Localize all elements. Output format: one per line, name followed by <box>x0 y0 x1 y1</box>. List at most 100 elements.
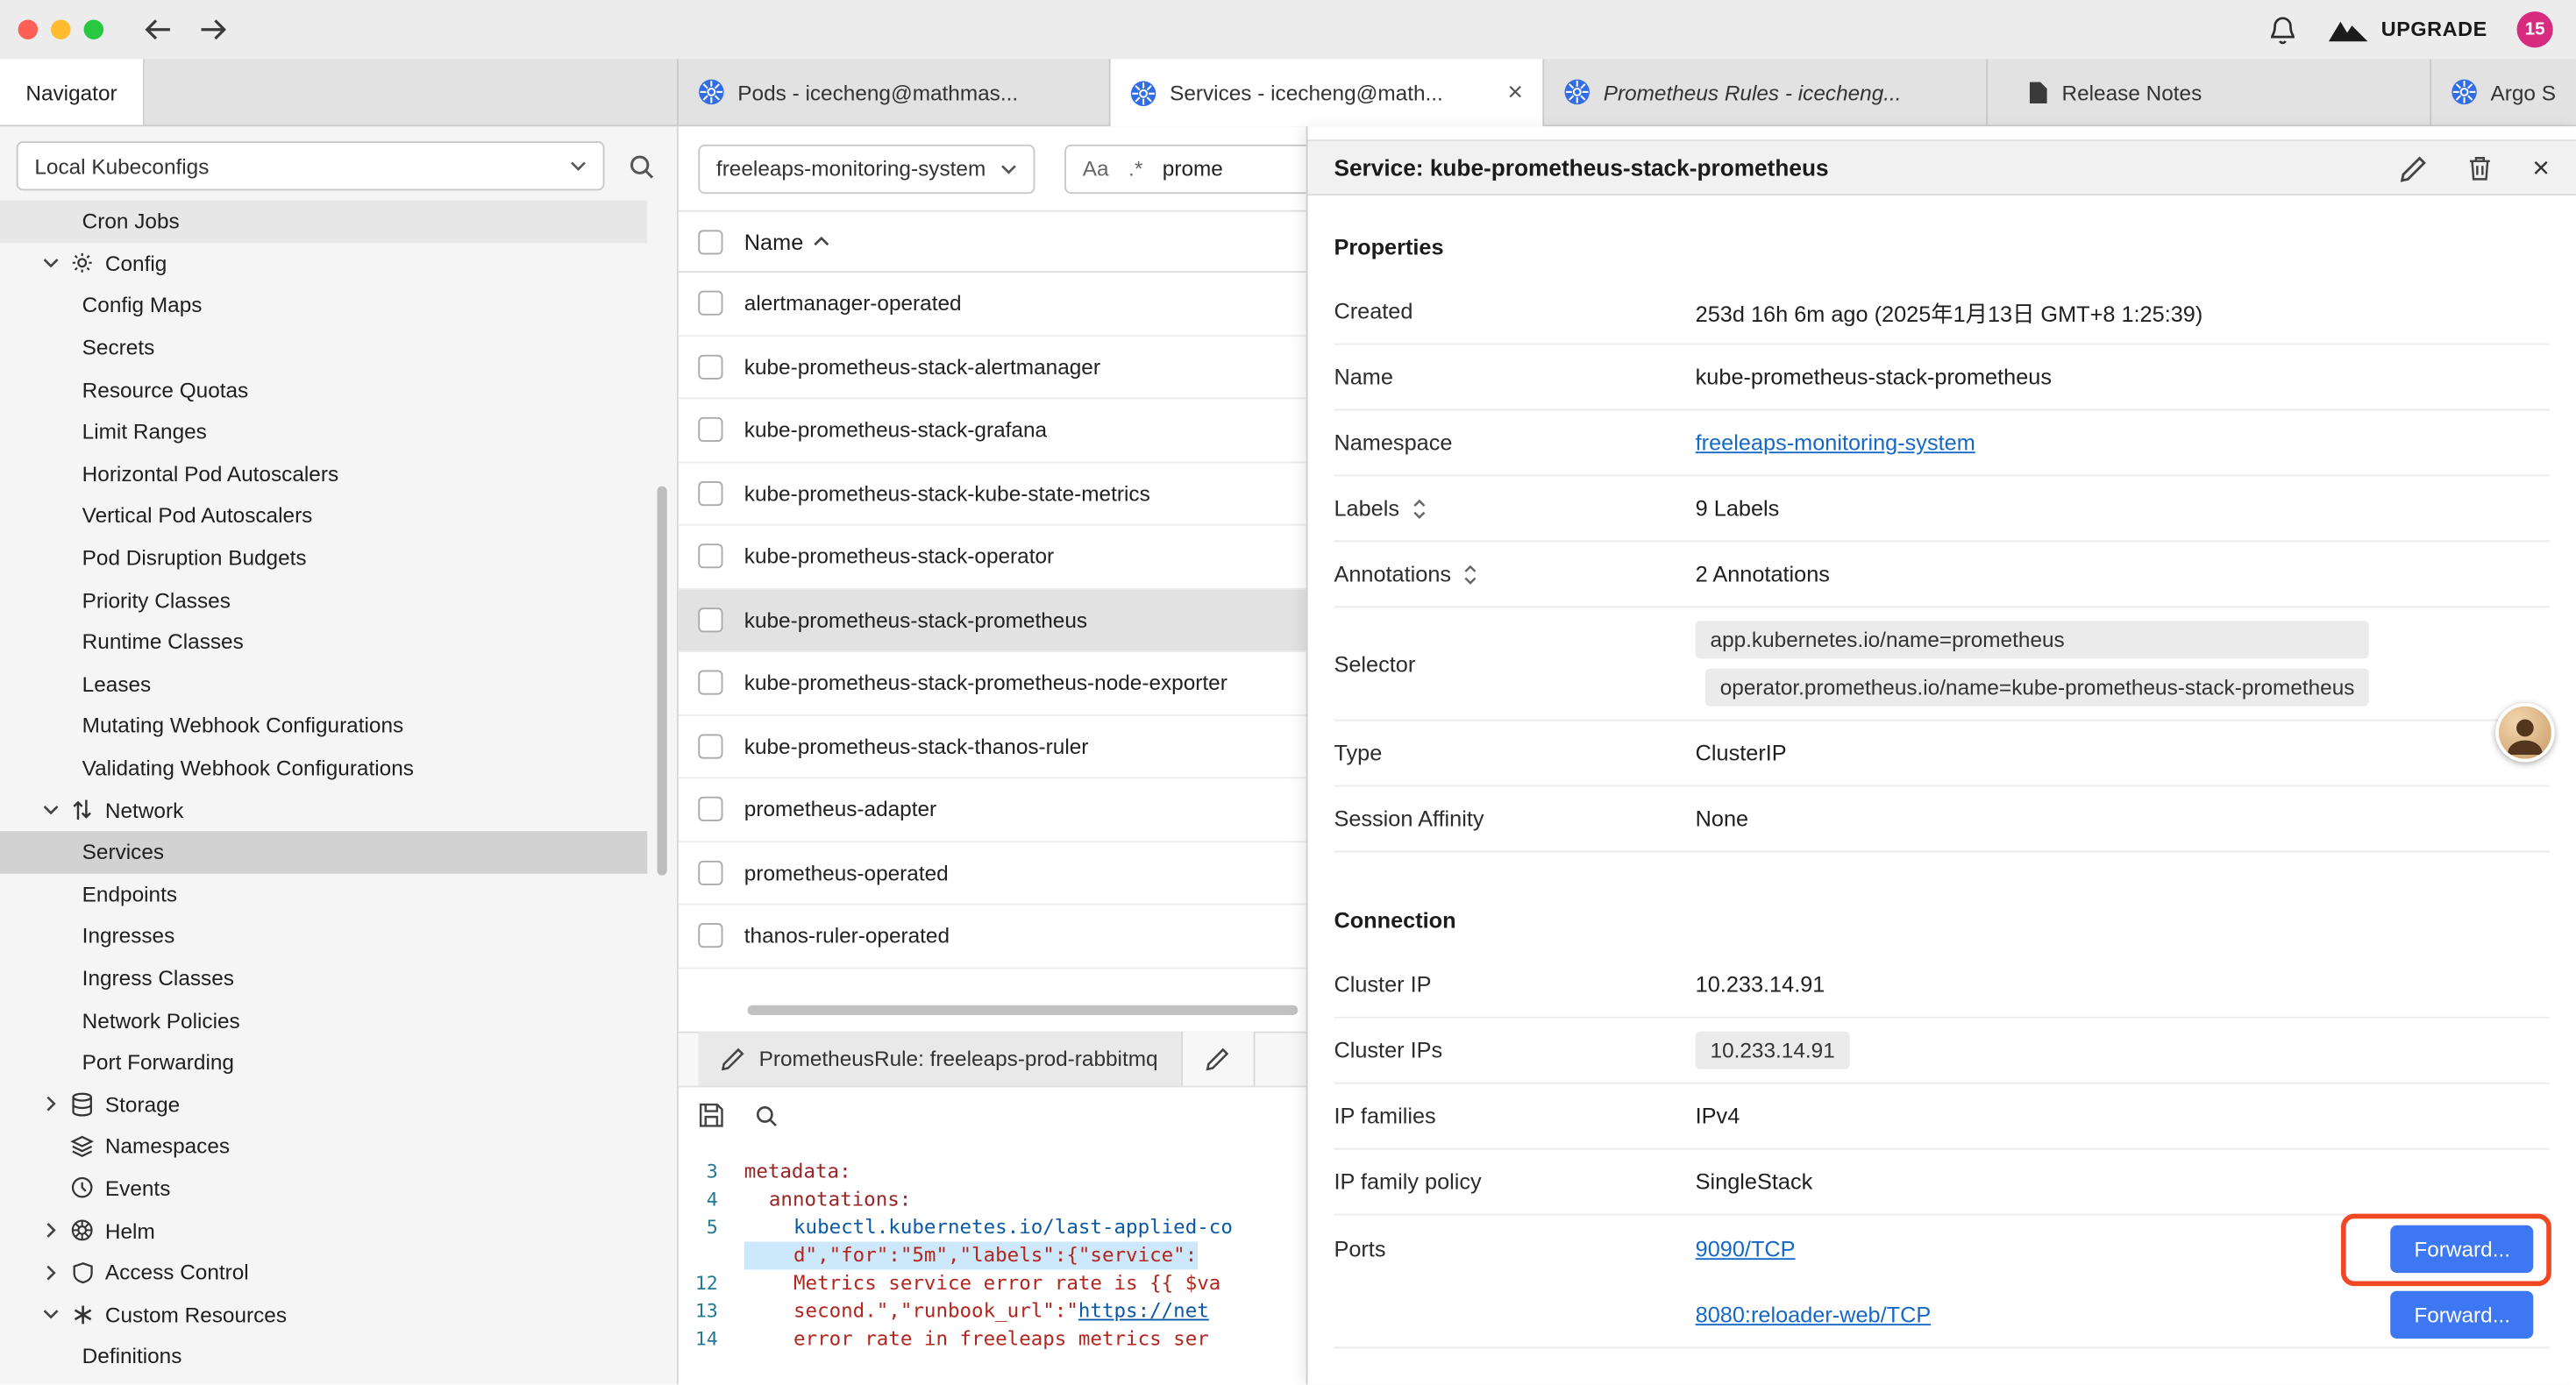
expand-collapse-icon[interactable] <box>1411 497 1427 520</box>
sidebar-item-leases[interactable]: Leases <box>0 663 647 705</box>
sidebar-item-network-policies[interactable]: Network Policies <box>0 999 647 1041</box>
sidebar-item-config[interactable]: Config <box>0 243 647 285</box>
zoom-window-button[interactable] <box>84 19 103 39</box>
save-icon[interactable] <box>698 1102 724 1128</box>
custom-resources-icon <box>69 1303 96 1325</box>
sidebar-item-priority-classes[interactable]: Priority Classes <box>0 579 647 621</box>
close-tab-icon[interactable]: × <box>1507 80 1523 106</box>
sidebar-item-validating-webhook-configurations[interactable]: Validating Webhook Configurations <box>0 747 647 789</box>
port-link[interactable]: 8080:reloader-web/TCP <box>1696 1302 1932 1326</box>
sidebar-item-custom-resources[interactable]: Custom Resources <box>0 1293 647 1335</box>
namespace-filter-dropdown[interactable]: freeleaps-monitoring-system <box>698 144 1035 193</box>
row-checkbox[interactable] <box>698 671 722 695</box>
delete-icon[interactable] <box>2468 153 2493 181</box>
forward-button[interactable]: Forward... <box>2391 1290 2533 1338</box>
select-all-checkbox[interactable] <box>698 229 722 253</box>
regex-toggle[interactable]: .* <box>1128 156 1142 181</box>
match-case-toggle[interactable]: Aa <box>1083 156 1109 181</box>
sidebar-item-namespaces[interactable]: Namespaces <box>0 1126 647 1168</box>
tab-prometheus-rules[interactable]: Prometheus Rules - icecheng... <box>1544 59 1988 124</box>
kubernetes-icon <box>2451 79 2478 105</box>
drawer-header: Service: kube-prometheus-stack-prometheu… <box>1307 139 2575 195</box>
close-window-button[interactable] <box>18 19 38 39</box>
row-checkbox[interactable] <box>698 291 722 316</box>
tab-strip-spacer <box>145 59 679 124</box>
sidebar-item-ingresses[interactable]: Ingresses <box>0 915 647 957</box>
sidebar-item-services[interactable]: Services <box>0 831 647 873</box>
connection-row-ip-families: IP families IPv4 <box>1334 1084 2550 1150</box>
forward-button[interactable]: Forward... <box>2391 1225 2533 1272</box>
sidebar-item-ingress-classes[interactable]: Ingress Classes <box>0 957 647 999</box>
sidebar-item-limit-ranges[interactable]: Limit Ranges <box>0 410 647 452</box>
forward-icon[interactable] <box>199 18 229 41</box>
editor-tab-partial[interactable] <box>1183 1032 1255 1086</box>
sidebar-item-runtime-classes[interactable]: Runtime Classes <box>0 621 647 663</box>
avatar[interactable] <box>2495 703 2554 762</box>
row-checkbox[interactable] <box>698 481 722 506</box>
sidebar-item-definitions[interactable]: Definitions <box>0 1335 647 1377</box>
row-checkbox[interactable] <box>698 923 722 948</box>
sidebar-scrollbar[interactable] <box>657 487 666 876</box>
kubeconfig-selector[interactable]: Local Kubeconfigs <box>17 141 605 190</box>
sidebar-item-pod-disruption-budgets[interactable]: Pod Disruption Budgets <box>0 536 647 579</box>
sidebar-item-secrets[interactable]: Secrets <box>0 326 647 368</box>
search-icon[interactable] <box>754 1103 779 1127</box>
chevron-down-icon[interactable] <box>39 259 62 268</box>
kubernetes-icon <box>698 79 724 105</box>
sidebar-item-cron-jobs[interactable]: Cron Jobs <box>0 201 647 243</box>
sidebar-item-events[interactable]: Events <box>0 1168 647 1210</box>
editor-tab-prometheusrule[interactable]: PrometheusRule: freeleaps-prod-rabbitmq <box>698 1032 1182 1086</box>
sidebar-item-access-control[interactable]: Access Control <box>0 1251 647 1293</box>
sidebar-item-helm[interactable]: Helm <box>0 1210 647 1252</box>
connection-row-ip-family-policy: IP family policy SingleStack <box>1334 1150 2550 1216</box>
tab-pods[interactable]: Pods - icecheng@mathmas... <box>679 59 1111 124</box>
row-checkbox[interactable] <box>698 797 722 821</box>
horizontal-scrollbar[interactable] <box>748 1005 1299 1015</box>
navigator-panel-tab[interactable]: Navigator <box>0 59 145 124</box>
sidebar-item-port-forwarding[interactable]: Port Forwarding <box>0 1041 647 1083</box>
notification-count-badge[interactable]: 15 <box>2517 11 2553 47</box>
close-icon[interactable]: × <box>2532 153 2550 182</box>
resource-tree: Cron Jobs Config Config Maps Secrets Res… <box>0 201 647 1378</box>
port-link[interactable]: 9090/TCP <box>1696 1236 1796 1261</box>
row-checkbox[interactable] <box>698 860 722 884</box>
property-row-name: Name kube-prometheus-stack-prometheus <box>1334 344 2550 410</box>
sidebar-item-resource-quotas[interactable]: Resource Quotas <box>0 368 647 410</box>
sidebar-search-icon[interactable] <box>618 143 664 188</box>
upgrade-button[interactable]: UPGRADE <box>2329 17 2487 43</box>
tab-argo[interactable]: Argo S <box>2431 59 2576 124</box>
network-icon <box>69 799 96 821</box>
chevron-down-icon[interactable] <box>39 805 62 814</box>
namespace-link[interactable]: freeleaps-monitoring-system <box>1696 430 1975 455</box>
column-header-name[interactable]: Name <box>744 229 829 253</box>
sidebar-item-horizontal-pod-autoscalers[interactable]: Horizontal Pod Autoscalers <box>0 452 647 494</box>
sidebar-item-endpoints[interactable]: Endpoints <box>0 873 647 915</box>
row-checkbox[interactable] <box>698 607 722 632</box>
connection-heading: Connection <box>1334 908 2550 933</box>
helm-icon <box>69 1218 96 1241</box>
chevron-right-icon[interactable] <box>39 1096 62 1112</box>
minimize-window-button[interactable] <box>51 19 70 39</box>
chevron-down-icon[interactable] <box>39 1310 62 1319</box>
row-checkbox[interactable] <box>698 354 722 379</box>
row-checkbox[interactable] <box>698 417 722 442</box>
sidebar-item-mutating-webhook-configurations[interactable]: Mutating Webhook Configurations <box>0 705 647 747</box>
connection-row-ports: Ports 9090/TCP Forward... 8080:reloader-… <box>1334 1216 2550 1349</box>
row-checkbox[interactable] <box>698 544 722 569</box>
port-line: Ports 9090/TCP Forward... <box>1334 1216 2550 1282</box>
sidebar-item-vertical-pod-autoscalers[interactable]: Vertical Pod Autoscalers <box>0 494 647 536</box>
chevron-right-icon[interactable] <box>39 1222 62 1239</box>
edit-icon[interactable] <box>2401 153 2429 181</box>
back-icon[interactable] <box>143 18 173 41</box>
clock-icon <box>69 1176 96 1199</box>
notifications-bell-icon[interactable] <box>2267 14 2299 46</box>
sidebar-item-storage[interactable]: Storage <box>0 1083 647 1126</box>
sidebar-item-network[interactable]: Network <box>0 789 647 831</box>
expand-collapse-icon[interactable] <box>1462 563 1479 586</box>
document-icon <box>2027 80 2048 104</box>
chevron-right-icon[interactable] <box>39 1264 62 1281</box>
tab-release-notes[interactable]: Release Notes <box>1988 59 2431 124</box>
sidebar-item-config-maps[interactable]: Config Maps <box>0 285 647 327</box>
tab-services[interactable]: Services - icecheng@math... × <box>1111 59 1545 126</box>
row-checkbox[interactable] <box>698 734 722 758</box>
